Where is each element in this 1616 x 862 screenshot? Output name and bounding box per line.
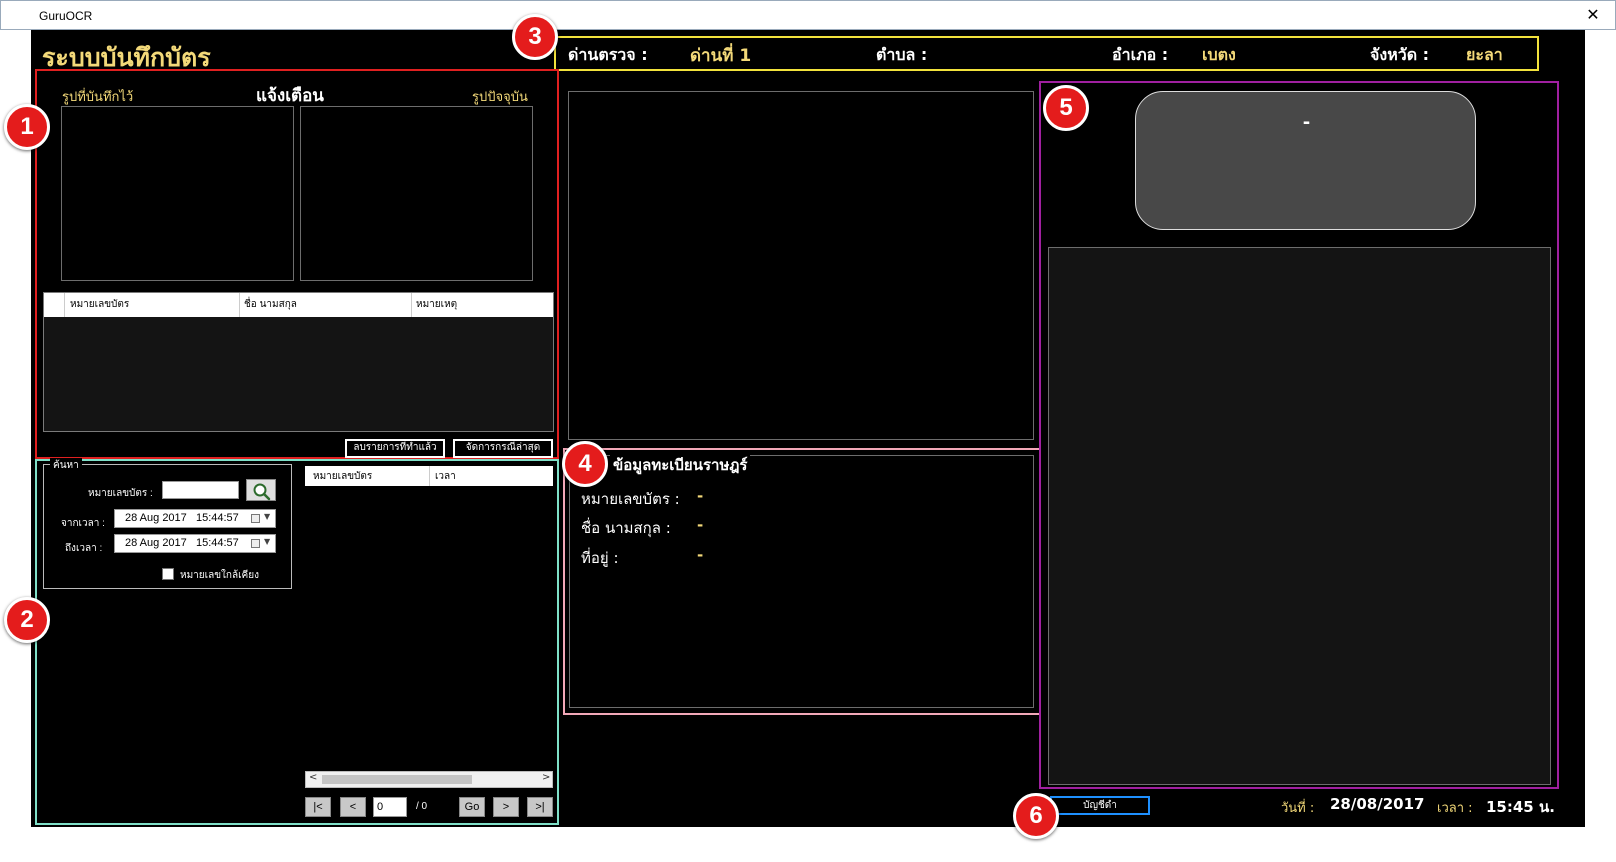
alert-table-header: หมายเลขบัตร ชื่อ นามสกุล หมายเหตุ [44, 293, 553, 317]
chevron-down-icon[interactable]: ▼ [264, 537, 270, 546]
calendar-icon[interactable] [251, 514, 260, 523]
scrollbar-thumb[interactable] [322, 775, 472, 784]
results-col-card[interactable]: หมายเลขบัตร [313, 469, 372, 484]
annotation-marker-3: 3 [512, 14, 558, 60]
annotation-marker-4: 4 [562, 441, 608, 487]
alert-table[interactable]: หมายเลขบัตร ชื่อ นามสกุล หมายเหตุ [43, 292, 554, 432]
checkpoint-label: ด่านตรวจ : [568, 45, 648, 64]
search-to-picker[interactable]: 28 Aug 2017 15:44:57 ▼ [114, 534, 276, 553]
alert-col-name[interactable]: ชื่อ นามสกุล [244, 297, 297, 312]
province-value: ยะลา [1466, 45, 1503, 64]
blacklist-button[interactable]: บัญชีดำ [1050, 796, 1150, 815]
alert-title: แจ้งเตือน [256, 86, 324, 106]
close-icon[interactable]: ✕ [1581, 3, 1605, 27]
annotation-marker-2: 2 [4, 597, 50, 643]
camera-view [568, 91, 1034, 440]
magnifier-icon [253, 483, 271, 501]
search-from-value: 28 Aug 2017 15:44:57 [125, 512, 239, 524]
search-button[interactable] [246, 479, 276, 501]
scroll-right-icon[interactable]: > [542, 772, 550, 783]
card-number-display: - [1135, 91, 1476, 230]
pager-last-button[interactable]: >| [527, 797, 553, 817]
checkpoint-value: ด่านที่ 1 [690, 46, 752, 66]
results-horizontal-scrollbar[interactable]: < > [305, 771, 553, 788]
scroll-left-icon[interactable]: < [309, 772, 317, 783]
province-label: จังหวัด : [1370, 45, 1430, 64]
annotation-marker-6: 6 [1013, 793, 1059, 839]
pager-first-button[interactable]: |< [305, 797, 331, 817]
search-card-input[interactable] [162, 481, 239, 499]
chevron-down-icon[interactable]: ▼ [264, 512, 270, 521]
pager-next-button[interactable]: > [493, 797, 519, 817]
search-from-picker[interactable]: 28 Aug 2017 15:44:57 ▼ [114, 509, 276, 528]
current-photo-frame [300, 106, 533, 281]
nearby-label: หมายเลขใกล้เคียง [180, 570, 259, 581]
pager-page-input[interactable] [373, 797, 407, 817]
date-label: วันที่ : [1281, 801, 1315, 816]
registry-name-value: - [697, 516, 704, 534]
pager-go-button[interactable]: Go [459, 797, 485, 817]
results-col-time[interactable]: เวลา [435, 469, 456, 484]
amphoe-value: เบตง [1202, 45, 1236, 64]
saved-photo-label: รูปที่บันทึกไว้ [62, 90, 134, 105]
registry-card-value: - [697, 487, 704, 505]
card-image-frame [1048, 247, 1551, 785]
registry-address-value: - [697, 546, 704, 564]
window-titlebar: GuruOCR ✕ [0, 0, 1616, 30]
window-title: GuruOCR [39, 9, 93, 23]
annotation-marker-5: 5 [1043, 85, 1089, 131]
search-to-label: ถึงเวลา : [65, 543, 103, 554]
tambon-label: ตำบล : [876, 45, 928, 64]
search-results-table[interactable]: หมายเลขบัตร เวลา [305, 466, 553, 786]
registry-card-label: หมายเลขบัตร : [581, 490, 680, 508]
current-photo-label: รูปปัจจุบัน [472, 90, 528, 105]
alert-col-card[interactable]: หมายเลขบัตร [70, 297, 129, 312]
annotation-marker-1: 1 [4, 104, 50, 150]
search-to-value: 28 Aug 2017 15:44:57 [125, 537, 239, 549]
registry-title: ข้อมูลทะเบียนราษฎร์ [610, 453, 751, 477]
registry-name-label: ชื่อ นามสกุล : [581, 519, 671, 537]
amphoe-label: อำเภอ : [1112, 45, 1169, 64]
time-value: 15:45 น. [1486, 798, 1555, 816]
clear-done-button[interactable]: ลบรายการที่ทำแล้ว [345, 439, 445, 458]
card-number-value: - [1302, 112, 1311, 133]
saved-photo-frame [61, 106, 294, 281]
search-from-label: จากเวลา : [61, 518, 105, 529]
time-label: เวลา : [1437, 801, 1473, 816]
manage-latest-button[interactable]: จัดการกรณีล่าสุด [453, 439, 553, 458]
pager-total: / 0 [416, 801, 428, 812]
calendar-icon[interactable] [251, 539, 260, 548]
nearby-checkbox[interactable] [162, 568, 174, 580]
search-group-label: ค้นหา [50, 458, 82, 473]
alert-col-note[interactable]: หมายเหตุ [416, 297, 457, 312]
pager-prev-button[interactable]: < [340, 797, 366, 817]
search-card-label: หมายเลขบัตร : [88, 488, 153, 499]
registry-address-label: ที่อยู่ : [581, 549, 619, 567]
date-value: 28/08/2017 [1330, 795, 1425, 813]
